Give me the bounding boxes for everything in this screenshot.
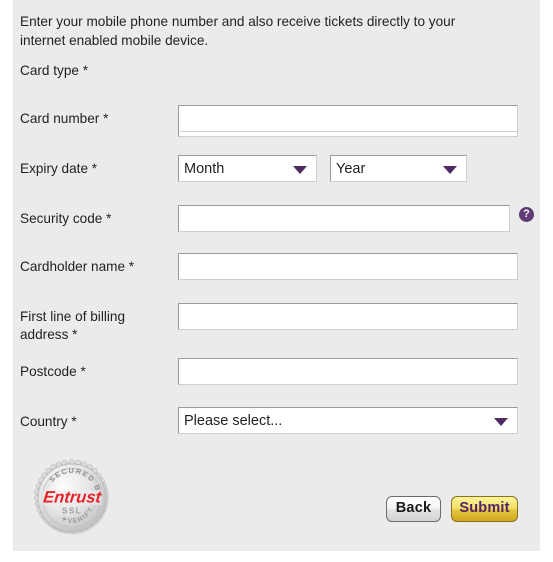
svg-text:SSL: SSL	[62, 506, 82, 516]
card-type-label: Card type *	[20, 63, 89, 78]
postcode-label: Postcode *	[20, 364, 86, 379]
expiry-month-selected-value: Month	[184, 161, 225, 177]
postcode-input[interactable]	[178, 358, 518, 385]
billing-address-label: First line of billing address *	[20, 309, 126, 342]
card-number-label: Card number *	[20, 111, 109, 126]
payment-form-screen: Enter your mobile phone number and also …	[0, 0, 553, 562]
cardholder-name-input[interactable]	[178, 253, 518, 280]
security-code-input[interactable]	[178, 205, 510, 232]
svg-text:Entrust: Entrust	[42, 487, 103, 506]
billing-address-input[interactable]	[178, 303, 518, 330]
question-mark-icon[interactable]: ?	[519, 207, 534, 222]
country-label: Country *	[20, 414, 77, 429]
chevron-down-icon	[293, 166, 307, 174]
card-number-input[interactable]	[178, 105, 518, 132]
expiry-date-label: Expiry date *	[20, 161, 98, 176]
cardholder-name-label: Cardholder name *	[20, 259, 135, 274]
expiry-year-select[interactable]: Year	[330, 155, 467, 182]
expiry-month-select[interactable]: Month	[178, 155, 317, 182]
submit-button[interactable]: Submit	[451, 496, 518, 522]
expiry-year-selected-value: Year	[336, 161, 366, 177]
chevron-down-icon	[494, 418, 508, 426]
country-select[interactable]: Please select...	[178, 407, 518, 434]
intro-text: Enter your mobile phone number and also …	[20, 14, 456, 48]
chevron-down-icon	[443, 166, 457, 174]
security-code-label: Security code *	[20, 211, 112, 226]
country-selected-value: Please select...	[184, 413, 283, 429]
back-button[interactable]: Back	[386, 496, 441, 522]
entrust-ssl-seal-icon[interactable]: SECURED BY Entrust SSL ✦VERIFY	[33, 459, 111, 537]
